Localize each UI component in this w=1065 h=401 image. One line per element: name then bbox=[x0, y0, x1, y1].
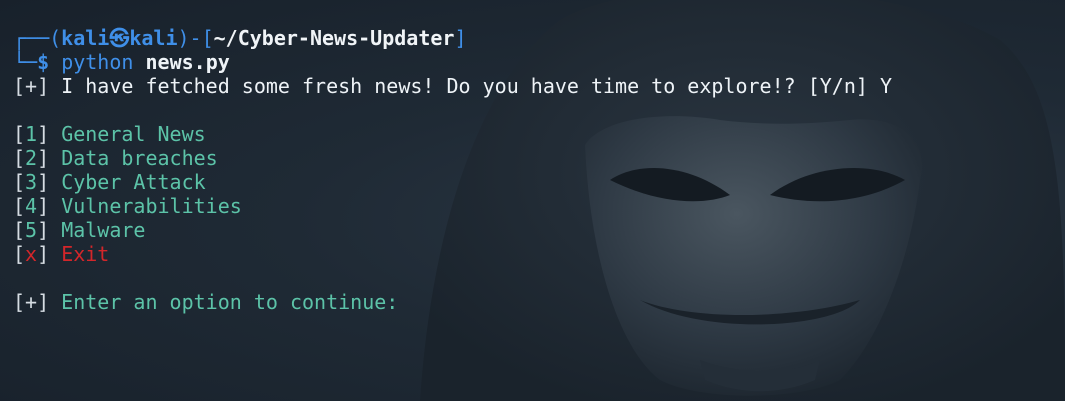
intro-marker: [+] bbox=[13, 74, 50, 98]
footer-marker: [+] bbox=[13, 290, 50, 314]
menu-option-data-breaches[interactable]: [2] Data breaches bbox=[13, 146, 892, 170]
prompt-user: kali bbox=[61, 26, 110, 50]
prompt-dollar: $ bbox=[37, 50, 50, 74]
prompt-corner-top: ┌──( bbox=[13, 26, 62, 50]
menu-option-key: x bbox=[25, 242, 38, 266]
prompt-path: ~/Cyber-News-Updater bbox=[213, 26, 455, 50]
menu-option-key: 2 bbox=[25, 146, 38, 170]
menu-option-key: 1 bbox=[25, 122, 38, 146]
menu-option-label: Malware bbox=[61, 218, 146, 242]
prompt-at-symbol: ㉿ bbox=[109, 26, 130, 50]
menu-option-label: Vulnerabilities bbox=[61, 194, 242, 218]
menu-option-cyber-attack[interactable]: [3] Cyber Attack bbox=[13, 170, 892, 194]
prompt-separator-close: ] bbox=[454, 26, 467, 50]
menu-option-key: 5 bbox=[25, 218, 38, 242]
prompt-corner-bottom: └─ bbox=[13, 50, 38, 74]
intro-line: [+] I have fetched some fresh news! Do y… bbox=[13, 74, 892, 98]
prompt-host: kali bbox=[129, 26, 178, 50]
menu-option-key: 3 bbox=[25, 170, 38, 194]
menu-option-label: Data breaches bbox=[61, 146, 218, 170]
menu-option-label: Exit bbox=[61, 242, 110, 266]
menu-option-label: General News bbox=[61, 122, 206, 146]
prompt-separator-open: )-[ bbox=[177, 26, 214, 50]
menu-option-label: Cyber Attack bbox=[61, 170, 206, 194]
menu-option-vulnerabilities[interactable]: [4] Vulnerabilities bbox=[13, 194, 892, 218]
menu-option-exit[interactable]: [x] Exit bbox=[13, 242, 892, 266]
terminal-output: ┌──(kali㉿kali)-[~/Cyber-News-Updater] └─… bbox=[13, 26, 892, 314]
command-argument: news.py bbox=[145, 50, 230, 74]
terminal-window[interactable]: ┌──(kali㉿kali)-[~/Cyber-News-Updater] └─… bbox=[0, 0, 1065, 401]
command-name: python bbox=[61, 50, 134, 74]
prompt-line-top: ┌──(kali㉿kali)-[~/Cyber-News-Updater] bbox=[13, 26, 892, 50]
menu-option-malware[interactable]: [5] Malware bbox=[13, 218, 892, 242]
intro-text: I have fetched some fresh news! Do you h… bbox=[61, 74, 893, 98]
input-prompt-line[interactable]: [+] Enter an option to continue: bbox=[13, 290, 892, 314]
menu-option-general-news[interactable]: [1] General News bbox=[13, 122, 892, 146]
footer-text: Enter an option to continue: bbox=[61, 290, 399, 314]
prompt-line-command: └─$ python news.py bbox=[13, 50, 892, 74]
menu-option-key: 4 bbox=[25, 194, 38, 218]
